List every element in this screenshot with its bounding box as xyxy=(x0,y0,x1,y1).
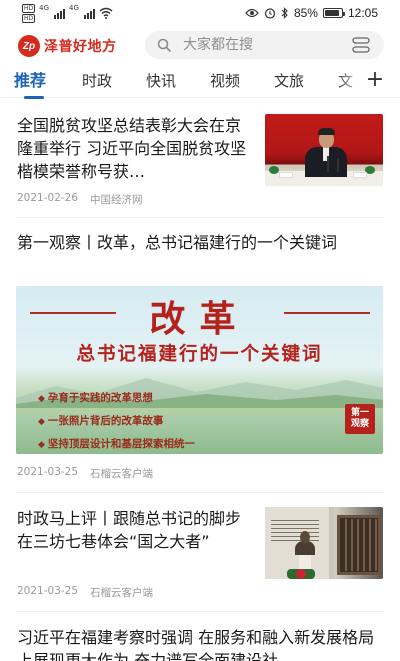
search-input[interactable] xyxy=(183,35,333,55)
news-title[interactable]: 第一观察丨改革，总书记福建行的一个关键词 xyxy=(17,231,383,279)
clock: 12:05 xyxy=(347,6,378,20)
banner-stamp: 第一 观察 xyxy=(345,404,375,434)
news-meta: 2021-03-25 石榴云客户端 xyxy=(17,466,153,481)
news-banner-image[interactable]: 改革 总书记福建行的一个关键词 孕育于实践的改革思想 一张照片背后的改革故事 坚… xyxy=(16,286,383,454)
logo-text: 泽普好地方 xyxy=(44,39,117,55)
tab-fade xyxy=(336,66,366,96)
search-icon xyxy=(157,38,171,52)
wifi-icon xyxy=(99,7,113,19)
tab-recommend[interactable]: 推荐 xyxy=(14,70,46,92)
status-left: HD HD 4G 4G xyxy=(22,3,113,23)
bluetooth-icon xyxy=(281,7,288,19)
news-date: 2021-03-25 xyxy=(17,466,79,478)
banner-bullet: 坚持顶层设计和基层探索相统一 xyxy=(38,436,195,451)
news-source: 石榴云客户端 xyxy=(90,587,154,599)
signal-icon xyxy=(54,7,66,19)
news-title[interactable]: 全国脱贫攻坚总结表彰大会在京隆重举行 习近平向全国脱贫攻坚楷模荣誉称号获… xyxy=(17,114,249,184)
news-title[interactable]: 时政马上评丨跟随总书记的脚步 在三坊七巷体会“国之大者” xyxy=(17,507,249,577)
divider xyxy=(16,217,384,218)
banner-bullet: 一张照片背后的改革故事 xyxy=(38,413,164,428)
status-right: 85% 12:05 xyxy=(245,4,378,22)
active-tab-indicator xyxy=(24,96,44,99)
divider xyxy=(16,492,384,493)
banner-title: 改革 xyxy=(149,298,250,340)
banner-bullet: 孕育于实践的改革思想 xyxy=(38,390,153,405)
logo-mark: Zp xyxy=(18,35,40,57)
app-header: Zp 泽普好地方 xyxy=(0,26,400,66)
hd-badge: HD xyxy=(22,3,36,13)
network-type: 4G xyxy=(69,4,79,12)
alarm-icon xyxy=(264,8,276,19)
add-channel-button[interactable]: + xyxy=(363,68,387,92)
news-title[interactable]: 习近平在福建考察时强调 在服务和融入新发展格局上展现更大作为 奋力谱写全面建设社 xyxy=(17,626,383,661)
news-date: 2021-03-25 xyxy=(17,585,79,597)
hd-badge: HD xyxy=(22,13,36,23)
scan-icon[interactable] xyxy=(352,37,370,53)
tab-video[interactable]: 视频 xyxy=(210,70,240,92)
news-meta: 2021-02-26 中国经济网 xyxy=(17,192,143,207)
network-type: 4G xyxy=(39,4,50,12)
news-thumbnail[interactable] xyxy=(265,114,383,186)
news-meta: 2021-03-25 石榴云客户端 xyxy=(17,585,153,600)
stamp-line: 第一 xyxy=(350,408,369,418)
news-source: 中国经济网 xyxy=(90,194,143,206)
news-source: 石榴云客户端 xyxy=(90,468,154,480)
app-logo[interactable]: Zp 泽普好地方 xyxy=(18,34,117,58)
channel-tabs: 推荐 时政 快讯 视频 文旅 文 + xyxy=(0,66,400,99)
news-date: 2021-02-26 xyxy=(17,192,79,204)
tab-flash-news[interactable]: 快讯 xyxy=(146,70,176,92)
status-bar: HD HD 4G 4G 85% 12:05 xyxy=(0,0,400,26)
stamp-line: 观察 xyxy=(350,419,369,429)
news-thumbnail[interactable] xyxy=(265,507,383,579)
battery-percent: 85% xyxy=(293,6,318,20)
divider xyxy=(16,611,384,612)
signal-icon xyxy=(83,7,95,19)
battery-icon xyxy=(322,8,345,18)
hd-badges: HD HD xyxy=(22,3,36,23)
banner-subtitle: 总书记福建行的一个关键词 xyxy=(76,344,323,365)
eye-icon xyxy=(245,8,259,18)
search-bar[interactable] xyxy=(145,31,384,59)
tab-culture-tourism[interactable]: 文旅 xyxy=(274,70,304,92)
battery-fill xyxy=(324,10,339,16)
tab-politics[interactable]: 时政 xyxy=(82,70,112,92)
